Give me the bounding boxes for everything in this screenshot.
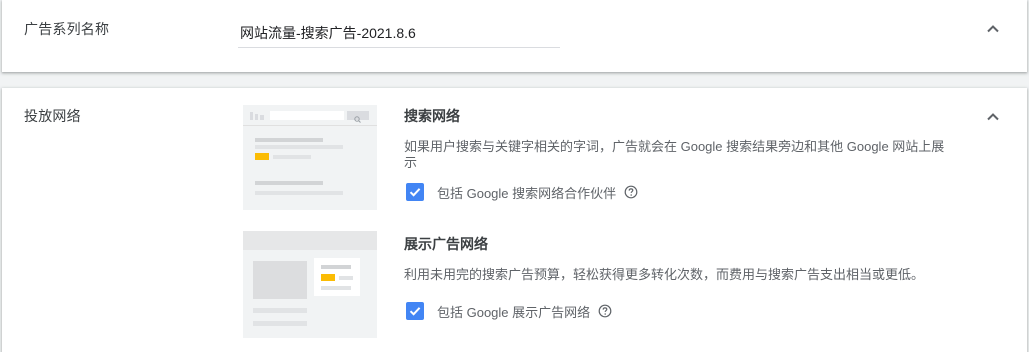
display-network-option: 展示广告网络 利用未用完的搜索广告预算，轻松获得更多转化次数，而费用与搜索广告支… bbox=[404, 234, 964, 323]
chevron-up-icon bbox=[987, 25, 999, 33]
search-icon bbox=[347, 111, 369, 123]
search-network-option: 搜索网络 如果用户搜索与关键字相关的字词，广告就会在 Google 搜索结果旁边… bbox=[404, 106, 964, 204]
search-partners-label: 包括 Google 搜索网络合作伙伴 bbox=[437, 185, 617, 201]
search-network-title: 搜索网络 bbox=[404, 108, 460, 124]
checkmark-icon bbox=[409, 188, 421, 197]
checkmark-icon bbox=[409, 307, 421, 316]
display-network-label: 包括 Google 展示广告网络 bbox=[437, 304, 591, 320]
display-network-checkbox[interactable] bbox=[406, 302, 424, 320]
display-network-title: 展示广告网络 bbox=[404, 236, 488, 252]
help-icon[interactable] bbox=[598, 304, 612, 318]
search-partners-row: 包括 Google 搜索网络合作伙伴 bbox=[404, 180, 964, 204]
campaign-name-input[interactable] bbox=[238, 18, 560, 44]
search-network-illustration bbox=[243, 105, 377, 210]
campaign-name-card: 广告系列名称 bbox=[2, 0, 1027, 72]
collapse-networks-button[interactable] bbox=[981, 105, 1005, 129]
networks-card: 投放网络 搜索网络 如果用户搜索与关键字相关的字词，广告就会在 Google 搜… bbox=[2, 88, 1027, 352]
collapse-campaign-name-button[interactable] bbox=[981, 17, 1005, 41]
campaign-name-field bbox=[238, 18, 560, 48]
networks-label: 投放网络 bbox=[24, 108, 81, 124]
search-network-description: 如果用户搜索与关键字相关的字词，广告就会在 Google 搜索结果旁边和其他 G… bbox=[404, 139, 945, 170]
campaign-name-label: 广告系列名称 bbox=[24, 21, 110, 37]
display-network-description: 利用未用完的搜索广告预算，轻松获得更多转化次数，而费用与搜索广告支出相当或更低。 bbox=[404, 267, 925, 282]
chevron-up-icon bbox=[987, 113, 999, 121]
display-network-illustration bbox=[243, 231, 377, 338]
display-network-row: 包括 Google 展示广告网络 bbox=[404, 299, 964, 323]
help-icon[interactable] bbox=[624, 185, 638, 199]
search-partners-checkbox[interactable] bbox=[406, 183, 424, 201]
